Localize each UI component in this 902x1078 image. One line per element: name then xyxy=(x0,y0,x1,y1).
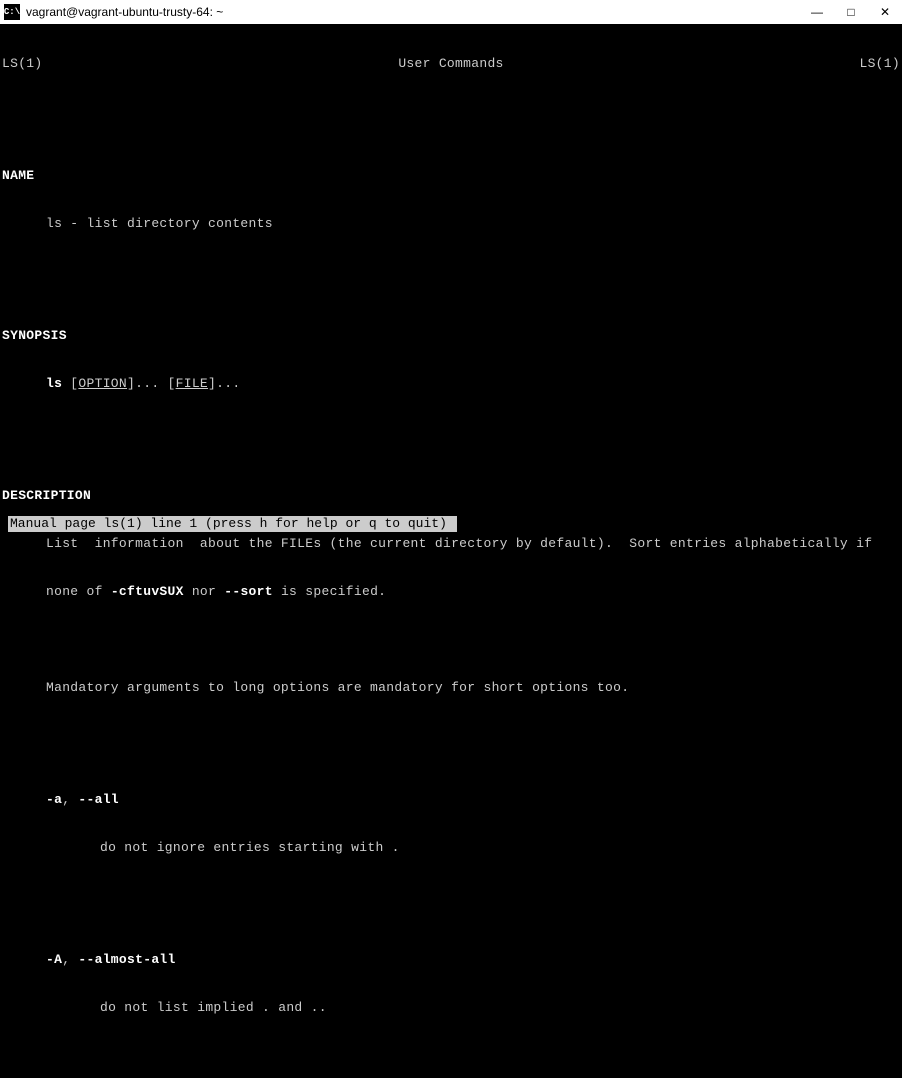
synopsis-ls: ls xyxy=(46,376,62,391)
window-title: vagrant@vagrant-ubuntu-trusty-64: ~ xyxy=(26,4,808,20)
desc-line1: List information about the FILEs (the cu… xyxy=(0,536,902,552)
opt-A-desc: do not list implied . and .. xyxy=(0,1000,902,1016)
man-statusbar: Manual page ls(1) line 1 (press h for he… xyxy=(8,516,457,532)
man-header-center: User Commands xyxy=(43,56,860,72)
minimize-button[interactable]: — xyxy=(808,3,826,21)
synopsis-option: OPTION xyxy=(78,376,127,391)
cursor xyxy=(447,517,455,531)
terminal-icon: C:\ xyxy=(4,4,20,20)
opt-a: -a, --all xyxy=(0,792,902,808)
synopsis-after2: ]... xyxy=(208,376,240,391)
synopsis-file: FILE xyxy=(176,376,208,391)
section-name-heading: NAME xyxy=(0,168,902,184)
section-synopsis-heading: SYNOPSIS xyxy=(0,328,902,344)
close-button[interactable]: ✕ xyxy=(876,3,894,21)
desc-line3: Mandatory arguments to long options are … xyxy=(0,680,902,696)
opt-a-desc: do not ignore entries starting with . xyxy=(0,840,902,856)
window-titlebar: C:\ vagrant@vagrant-ubuntu-trusty-64: ~ … xyxy=(0,0,902,24)
terminal-content[interactable]: LS(1) User Commands LS(1) NAME ls - list… xyxy=(0,24,902,1078)
section-synopsis-body: ls [OPTION]... [FILE]... xyxy=(0,376,902,392)
man-header-row: LS(1) User Commands LS(1) xyxy=(0,56,902,72)
man-header-right: LS(1) xyxy=(859,56,900,72)
statusbar-text: Manual page ls(1) line 1 (press h for he… xyxy=(10,516,447,532)
opt-A: -A, --almost-all xyxy=(0,952,902,968)
synopsis-after1: ]... [ xyxy=(127,376,176,391)
maximize-button[interactable]: □ xyxy=(842,3,860,21)
man-header-left: LS(1) xyxy=(2,56,43,72)
synopsis-sp: [ xyxy=(62,376,78,391)
section-description-heading: DESCRIPTION xyxy=(0,488,902,504)
desc-line2: none of -cftuvSUX nor --sort is specifie… xyxy=(0,584,902,600)
section-name-body: ls - list directory contents xyxy=(0,216,902,232)
